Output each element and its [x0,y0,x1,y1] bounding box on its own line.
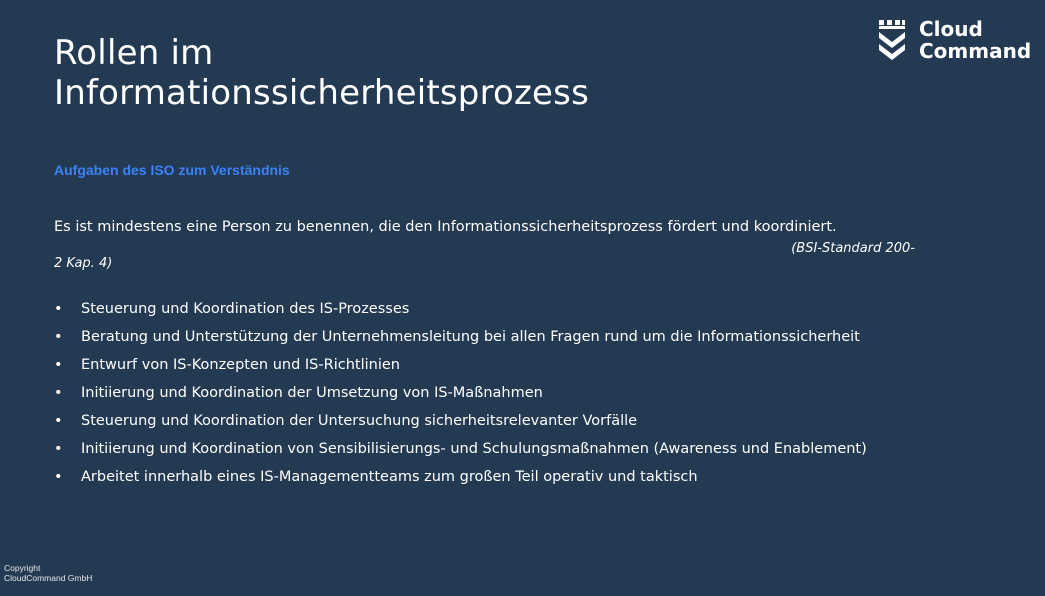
citation-part-2: 2 Kap. 4) [54,256,113,271]
copyright-line-1: Copyright [4,563,41,573]
bullet-icon: • [54,413,63,429]
section-subtitle: Aufgaben des ISO zum Verständnis [54,162,290,178]
cloudcommand-logo: Cloud Command [877,18,1037,64]
list-item: • Initiierung und Koordination von Sensib… [54,441,934,457]
task-list: • Steuerung und Koordination des IS-Proze… [54,302,934,498]
shield-chevron-icon [879,20,905,60]
list-item: • Steuerung und Koordination der Untersuc… [54,413,934,429]
list-item: • Arbeitet innerhalb eines IS-Managementt… [54,469,934,485]
logo-text: Cloud Command [919,17,1032,63]
slide-title: Rollen im Informationssicherheitsprozess [54,33,814,113]
list-item-text: Arbeitet innerhalb eines IS-Managementte… [81,469,698,485]
bullet-icon: • [54,469,63,485]
copyright-footer: Copyright CloudCommand GmbH [4,563,92,583]
bullet-icon: • [54,329,63,345]
bullet-icon: • [54,441,63,457]
copyright-line-2: CloudCommand GmbH [4,573,93,583]
bullet-icon: • [54,357,63,373]
list-item: • Steuerung und Koordination des IS-Proze… [54,301,934,317]
bullet-icon: • [54,301,63,317]
citation-part-1: (BSI-Standard 200- [791,241,915,256]
list-item: • Beratung und Unterstützung der Unterneh… [54,329,934,345]
list-item-text: Initiierung und Koordination der Umsetzu… [81,385,543,401]
list-item-text: Beratung und Unterstützung der Unternehm… [81,329,860,345]
title-line-1: Rollen im [54,33,214,73]
slide: Rollen im Informationssicherheitsprozess… [0,0,1045,596]
list-item: • Initiierung und Koordination der Umsetz… [54,385,934,401]
list-item-text: Entwurf von IS-Konzepten und IS-Richtlin… [81,357,400,373]
bullet-icon: • [54,385,63,401]
list-item-text: Steuerung und Koordination der Untersuch… [81,413,638,429]
title-line-2: Informationssicherheitsprozess [54,73,589,113]
list-item-text: Steuerung und Koordination des IS-Prozes… [81,301,410,317]
list-item: • Entwurf von IS-Konzepten und IS-Richtli… [54,357,934,373]
list-item-text: Initiierung und Koordination von Sensibi… [81,441,867,457]
intro-text: Es ist mindestens eine Person zu benenne… [54,219,837,235]
